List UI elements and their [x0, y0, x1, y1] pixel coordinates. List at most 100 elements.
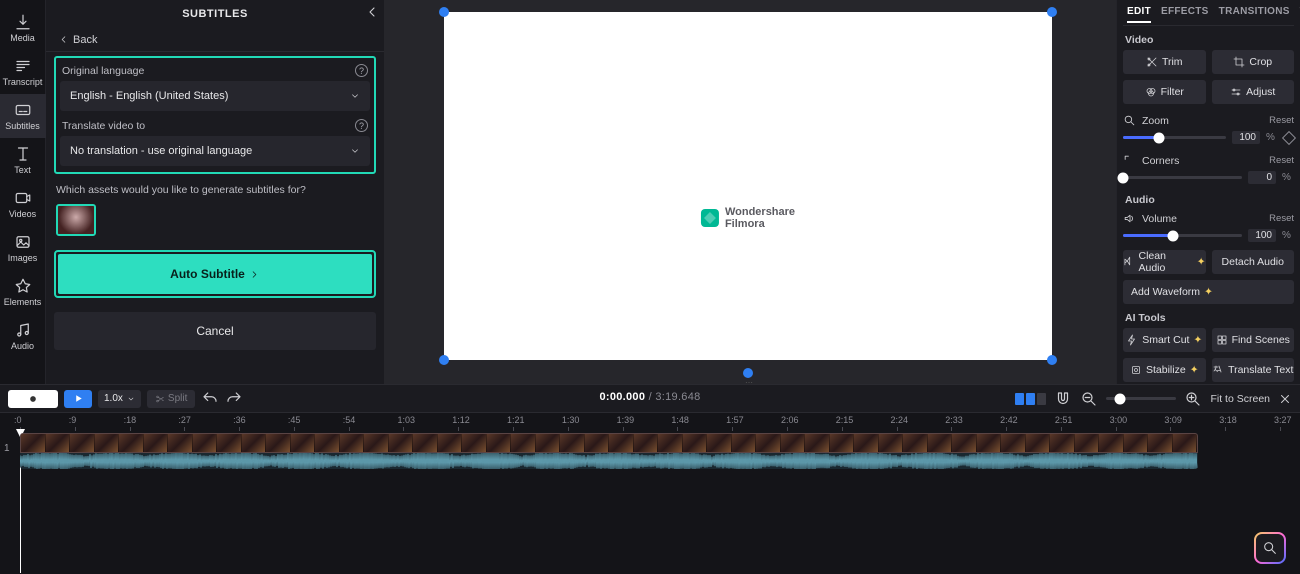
filter-button[interactable]: Filter: [1123, 80, 1206, 104]
magnet-button[interactable]: [1054, 390, 1072, 408]
clean-audio-button[interactable]: Clean Audio✦: [1123, 250, 1206, 274]
panel-title: SUBTITLES: [46, 0, 384, 28]
smart-cut-button[interactable]: Smart Cut✦: [1123, 328, 1206, 352]
btn-label: Translate Text: [1228, 364, 1293, 376]
fit-to-screen[interactable]: Fit to Screen: [1210, 393, 1270, 405]
zoom-slider[interactable]: [1123, 136, 1226, 139]
sidenav-videos[interactable]: Videos: [0, 182, 46, 226]
record-button[interactable]: [8, 390, 58, 408]
undo-button[interactable]: [201, 390, 219, 408]
help-icon[interactable]: ?: [355, 119, 368, 132]
adjust-button[interactable]: Adjust: [1212, 80, 1295, 104]
ruler-label: 3:27: [1274, 415, 1292, 425]
rotate-handle[interactable]: [743, 368, 753, 378]
sidenav-label: Text: [14, 165, 31, 175]
sidenav-images[interactable]: Images: [0, 226, 46, 270]
trim-button[interactable]: Trim: [1123, 50, 1206, 74]
ruler-label: :0: [14, 415, 22, 425]
section-audio-title: Audio: [1123, 186, 1294, 210]
sidenav-elements[interactable]: Elements: [0, 270, 46, 314]
playback-speed[interactable]: 1.0x: [98, 390, 141, 408]
timeline-tracks[interactable]: 1: [0, 433, 1300, 574]
stabilize-icon: [1130, 364, 1142, 376]
chevron-left-icon: [58, 34, 69, 45]
ruler-label: :45: [288, 415, 301, 425]
ruler-label: :27: [178, 415, 191, 425]
add-waveform-button[interactable]: Add Waveform✦: [1123, 280, 1294, 304]
auto-subtitle-button[interactable]: Auto Subtitle: [58, 254, 372, 294]
sidenav-media[interactable]: Media: [0, 6, 46, 50]
sidenav-text[interactable]: Text: [0, 138, 46, 182]
import-icon: [14, 13, 32, 31]
zoom-keyframe[interactable]: [1282, 130, 1296, 144]
chevron-down-icon: [127, 395, 135, 403]
corners-value[interactable]: 0: [1248, 171, 1276, 184]
audio-waveform[interactable]: [20, 453, 1198, 469]
ruler-label: 2:24: [891, 415, 909, 425]
corners-slider[interactable]: [1123, 176, 1242, 179]
zoom-value[interactable]: 100: [1232, 131, 1260, 144]
ruler-label: 2:51: [1055, 415, 1073, 425]
tab-effects[interactable]: EFFECTS: [1161, 6, 1209, 23]
resize-handle[interactable]: [439, 7, 449, 17]
translate-icon: [1212, 364, 1224, 376]
tab-edit[interactable]: EDIT: [1127, 6, 1151, 23]
btn-label: Add Waveform: [1131, 286, 1200, 298]
videos-icon: [14, 189, 32, 207]
help-icon[interactable]: ?: [355, 64, 368, 77]
zoom-icon: [1123, 114, 1136, 127]
tab-transitions[interactable]: TRANSITIONS: [1219, 6, 1290, 23]
grid-icon: [1216, 334, 1228, 346]
cancel-button[interactable]: Cancel: [54, 312, 376, 350]
search-fab[interactable]: [1254, 532, 1286, 564]
detach-audio-button[interactable]: Detach Audio: [1212, 250, 1295, 274]
volume-reset[interactable]: Reset: [1269, 213, 1294, 224]
audio-icon: [14, 321, 32, 339]
ruler-label: :36: [233, 415, 246, 425]
volume-value[interactable]: 100: [1248, 229, 1276, 242]
ruler-label: 1:03: [397, 415, 415, 425]
play-button[interactable]: [64, 390, 92, 408]
timeline-close[interactable]: [1278, 392, 1292, 406]
volume-slider[interactable]: [1123, 234, 1242, 237]
translate-text-button[interactable]: Translate Text: [1212, 358, 1295, 382]
sidenav-label: Audio: [11, 341, 34, 351]
video-clip[interactable]: [20, 433, 1198, 453]
translate-to-select[interactable]: No translation - use original language: [60, 136, 370, 166]
btn-label: Clean Audio: [1138, 250, 1192, 274]
original-language-select[interactable]: English - English (United States): [60, 81, 370, 111]
ruler-label: 1:30: [562, 415, 580, 425]
zoom-slider[interactable]: [1106, 397, 1176, 400]
split-label: Split: [168, 393, 187, 404]
track-number: 1: [4, 443, 10, 454]
panel-back-button[interactable]: Back: [46, 28, 384, 52]
search-icon: [1262, 540, 1278, 556]
asset-thumbnail[interactable]: [56, 204, 96, 236]
zoom-reset[interactable]: Reset: [1269, 115, 1294, 126]
filmora-logo-icon: [701, 209, 719, 227]
crop-button[interactable]: Crop: [1212, 50, 1295, 74]
split-button[interactable]: Split: [147, 390, 195, 408]
snap-toggle[interactable]: [1015, 393, 1046, 405]
resize-handle[interactable]: [439, 355, 449, 365]
sidenav-audio[interactable]: Audio: [0, 314, 46, 358]
zoom-out-button[interactable]: [1080, 390, 1098, 408]
panel-collapse-button[interactable]: [364, 4, 380, 20]
timeline-ruler[interactable]: :0:9:18:27:36:45:541:031:121:211:301:391…: [0, 413, 1300, 433]
video-canvas[interactable]: Wondershare Filmora: [444, 12, 1052, 360]
zoom-in-button[interactable]: [1184, 390, 1202, 408]
volume-label: Volume: [1142, 213, 1177, 225]
stabilize-button[interactable]: Stabilize✦: [1123, 358, 1206, 382]
redo-button[interactable]: [225, 390, 243, 408]
images-icon: [14, 233, 32, 251]
chevron-left-icon: [364, 4, 380, 20]
find-scenes-button[interactable]: Find Scenes: [1212, 328, 1295, 352]
transcript-icon: [14, 57, 32, 75]
sidenav-subtitles[interactable]: Subtitles: [0, 94, 46, 138]
timecode-current: 0:00.000: [599, 391, 645, 403]
resize-handle[interactable]: [1047, 355, 1057, 365]
resize-handle[interactable]: [1047, 7, 1057, 17]
sidenav-transcript[interactable]: Transcript: [0, 50, 46, 94]
corners-unit: %: [1282, 172, 1294, 183]
corners-reset[interactable]: Reset: [1269, 155, 1294, 166]
